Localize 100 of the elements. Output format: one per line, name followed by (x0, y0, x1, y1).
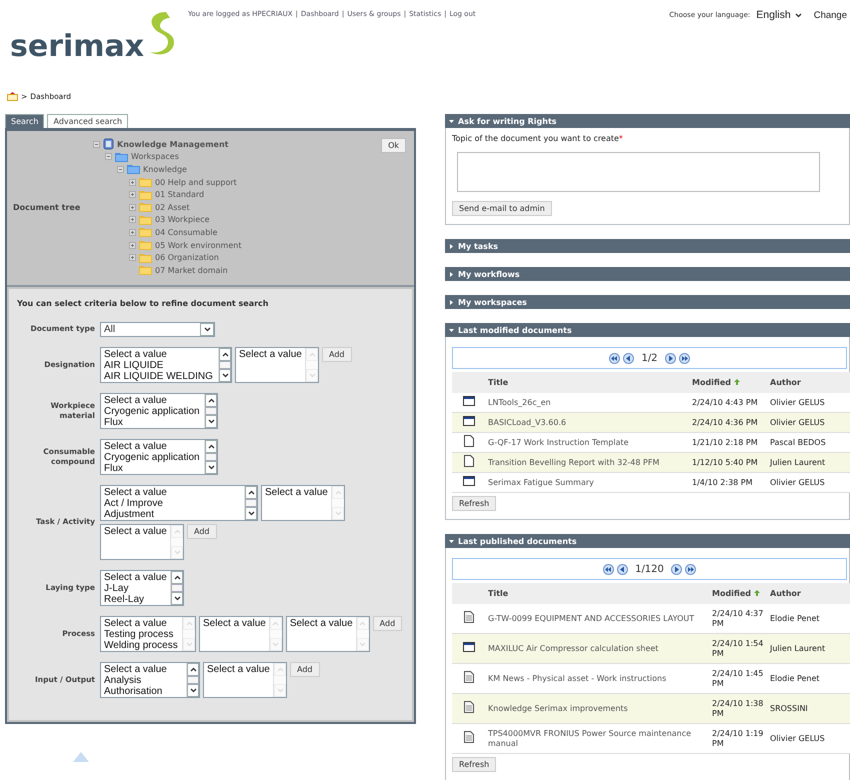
tree-item[interactable]: 02 Asset (129, 200, 190, 214)
expand-icon[interactable] (129, 204, 136, 211)
send-email-button[interactable]: Send e-mail to admin (452, 201, 552, 216)
tree-item[interactable]: Knowledge Management (93, 138, 228, 151)
list-box[interactable]: Select a value Analysis Authorisation (100, 662, 200, 698)
add-button[interactable]: Add (290, 662, 320, 677)
list-option[interactable]: Flux (104, 417, 123, 428)
expand-icon[interactable] (129, 254, 136, 262)
refresh-button[interactable]: Refresh (452, 496, 496, 511)
collapse-icon[interactable] (105, 153, 112, 160)
expand-icon[interactable] (129, 228, 136, 236)
document-link[interactable]: BASICLoad_V3.60.6 (488, 418, 688, 428)
collapse-icon[interactable] (117, 166, 124, 173)
list-option[interactable]: Authorisation (104, 686, 162, 698)
tab[interactable]: Advanced search (47, 114, 128, 128)
panel-header[interactable]: My workflows (445, 267, 850, 281)
panel-header[interactable]: My tasks (445, 239, 850, 253)
list-box[interactable]: Select a value Cryogenic application Flux (100, 392, 218, 429)
list-option[interactable]: Select a value (290, 618, 353, 629)
expand-arrow-icon[interactable] (449, 244, 454, 248)
list-option[interactable]: Select a value (104, 440, 167, 452)
first-page-button[interactable] (609, 352, 620, 364)
list-option[interactable]: AIR LIQUIDE (104, 360, 164, 372)
list-option[interactable]: Reel-Lay (104, 594, 144, 606)
language-select[interactable]: English (756, 9, 802, 21)
expand-icon[interactable] (129, 191, 136, 198)
document-link[interactable]: Knowledge Serimax improvements (488, 704, 708, 714)
column-header[interactable]: Modified (710, 583, 768, 604)
list-box[interactable]: Select a value (235, 346, 319, 383)
list-box[interactable]: Select a value (199, 616, 283, 652)
tree-item[interactable]: 04 Consumable (129, 226, 218, 239)
document-link[interactable]: TPS4000MVR FRONIUS Power Source maintenance manual (488, 728, 708, 748)
tree-item[interactable]: 01 Standard (129, 188, 204, 201)
collapse-arrow-icon[interactable] (449, 538, 454, 544)
topic-field[interactable] (457, 152, 820, 192)
document-link[interactable]: KM News - Physical asset - Work instructions (488, 674, 708, 684)
tree-item[interactable]: Workspaces (105, 150, 179, 164)
list-option[interactable]: Select a value (104, 618, 167, 629)
add-button[interactable]: Add (372, 616, 402, 631)
list-option[interactable]: Select a value (104, 572, 167, 583)
column-header[interactable]: Title (486, 583, 710, 604)
last-page-button[interactable] (684, 564, 696, 574)
expand-icon[interactable] (129, 216, 136, 224)
list-option[interactable]: Select a value (207, 664, 270, 675)
list-option[interactable]: Select a value (104, 394, 167, 406)
refresh-button[interactable]: Refresh (452, 757, 496, 772)
panel-header[interactable]: Ask for writing Rights (445, 114, 850, 128)
first-page-button[interactable] (603, 564, 614, 574)
collapse-arrow-icon[interactable] (449, 328, 454, 332)
list-box[interactable]: Select a value (203, 662, 287, 698)
list-option[interactable]: Adjustment (104, 509, 154, 520)
list-option[interactable]: Select a value (104, 664, 167, 675)
list-option[interactable]: Cryogenic application (104, 452, 200, 464)
list-option[interactable]: Select a value (203, 618, 266, 629)
list-box[interactable]: Select a value Cryogenic application Flux (100, 438, 218, 475)
list-option[interactable]: Analysis (104, 674, 142, 686)
last-page-button[interactable] (678, 352, 690, 364)
expand-arrow-icon[interactable] (449, 300, 454, 304)
list-option[interactable]: Select a value (104, 526, 167, 537)
list-option[interactable]: Select a value (104, 486, 167, 498)
list-option[interactable]: Cryogenic application (104, 406, 200, 418)
next-page-button[interactable] (670, 564, 682, 574)
list-option[interactable]: Select a value (265, 486, 328, 498)
list-box[interactable]: Select a value Testing process Welding process (100, 616, 196, 652)
column-header[interactable]: Author (768, 372, 850, 393)
table-row[interactable]: LNTools_26c_en 2/24/10 4:43 PM Olivier GELUS (452, 393, 850, 413)
list-option[interactable]: Welding process (104, 640, 178, 652)
document-link[interactable]: MAXILUC Air Compressor calculation sheet (488, 644, 708, 654)
table-row[interactable]: G-QF-17 Work Instruction Template 1/21/10 2:18 PM Pascal BEDOS (452, 433, 850, 453)
previous-page-button[interactable] (623, 352, 634, 364)
collapse-arrow-icon[interactable] (449, 118, 454, 124)
expand-icon[interactable] (129, 178, 136, 186)
list-option[interactable]: AIR LIQUIDE WELDING (104, 371, 213, 382)
list-box[interactable]: Select a value Act / Improve Adjustment (100, 484, 258, 521)
list-option[interactable]: J-Lay (104, 582, 128, 594)
tab[interactable]: Search (5, 114, 44, 128)
list-option[interactable]: Select a value (104, 348, 167, 360)
change-link[interactable]: Change (814, 10, 847, 20)
list-option[interactable]: Testing process (104, 628, 174, 640)
list-box[interactable]: Select a value J-Lay Reel-Lay (100, 570, 184, 606)
tree-item[interactable]: 05 Work environment (129, 238, 242, 252)
list-option[interactable]: Act / Improve (104, 498, 163, 510)
home-icon[interactable] (7, 92, 18, 100)
document-link[interactable]: G-TW-0099 EQUIPMENT AND ACCESSORIES LAYOUT (488, 614, 708, 624)
expand-icon[interactable] (129, 242, 136, 249)
table-row[interactable]: Serimax Fatigue Summary 1/4/10 2:38 PM Olivier GELUS (452, 473, 850, 493)
document-link[interactable]: Serimax Fatigue Summary (488, 478, 688, 488)
list-box[interactable]: Select a value (100, 524, 184, 560)
document-link[interactable]: G-QF-17 Work Instruction Template (488, 438, 688, 448)
list-box[interactable]: Select a value (261, 484, 345, 521)
table-row[interactable]: BASICLoad_V3.60.6 2/24/10 4:36 PM Olivier GELUS (452, 413, 850, 433)
tree-item[interactable]: 03 Workpiece (129, 214, 210, 226)
document-link[interactable]: Transition Bevelling Report with 32-48 PFM (488, 458, 688, 468)
add-button[interactable]: Add (322, 346, 352, 362)
panel-header[interactable]: My workspaces (445, 295, 850, 309)
tree-item[interactable]: 00 Help and support (129, 176, 237, 188)
tree-item[interactable]: 07 Market domain (129, 264, 228, 277)
list-box[interactable]: Select a value AIR LIQUIDE AIR LIQUIDE WELDING (100, 346, 232, 383)
document-link[interactable]: LNTools_26c_en (488, 398, 688, 408)
table-row[interactable]: Transition Bevelling Report with 32-48 PFM 1/12/10 5:40 PM Julien Laurent (452, 453, 850, 473)
